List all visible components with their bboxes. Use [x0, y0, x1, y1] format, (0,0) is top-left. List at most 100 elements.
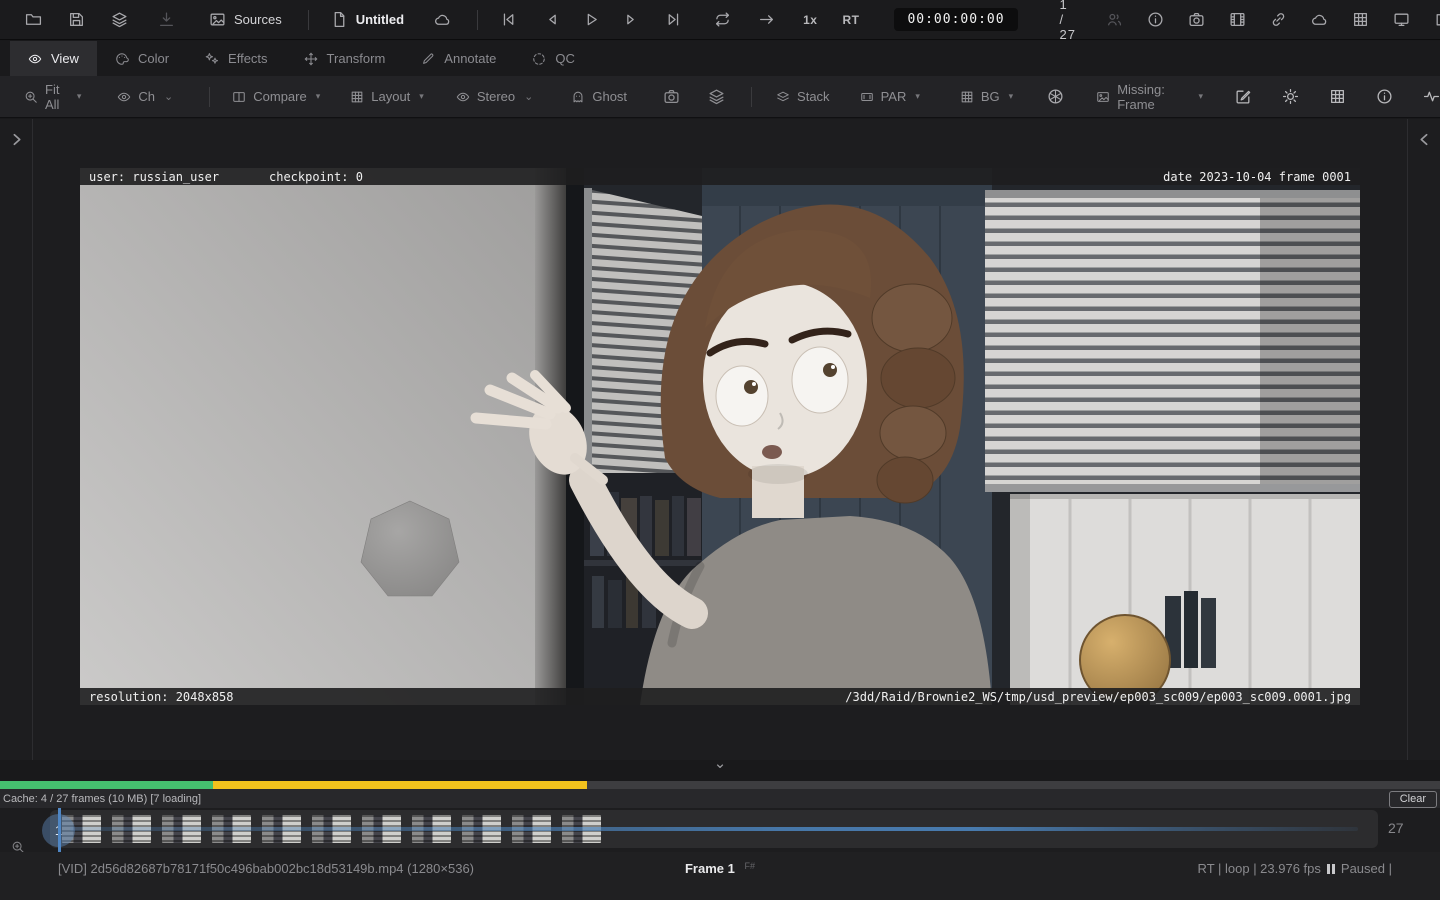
timeline: 1 27: [0, 808, 1440, 852]
bg-dropdown[interactable]: BG ▾: [960, 89, 1013, 104]
info-icon[interactable]: [1147, 11, 1164, 28]
skip-to-start-icon[interactable]: [500, 11, 517, 28]
hud-checkpoint: checkpoint: 0: [269, 170, 363, 184]
play-icon[interactable]: [583, 11, 600, 28]
tab-transform[interactable]: Transform: [286, 41, 404, 76]
right-panel-expand-icon[interactable]: [1416, 131, 1433, 148]
tab-label: View: [51, 51, 79, 66]
hud-user: user: russian_user: [89, 170, 269, 184]
sources-button[interactable]: Sources: [209, 11, 282, 28]
playback-info: RT | loop | 23.976 fps: [1198, 861, 1321, 876]
stack-button[interactable]: Stack: [776, 89, 830, 104]
zoom-fit-icon: [24, 90, 38, 104]
caret-down-icon: ▾: [1009, 91, 1014, 102]
open-folder-icon[interactable]: [25, 11, 42, 28]
camera-icon[interactable]: [663, 88, 680, 105]
cloud-icon[interactable]: [434, 11, 451, 28]
view-toolbar: Fit All ▾ Ch ⌄ Compare ▾ Layout ▾ Stereo…: [0, 76, 1440, 118]
hud-date-frame: date 2023-10-04 frame 0001: [1163, 170, 1351, 184]
grid-icon[interactable]: [1352, 11, 1369, 28]
expand-panel-button[interactable]: ⌄: [698, 758, 742, 776]
save-icon[interactable]: [68, 11, 85, 28]
cache-status-row: Cache: 4 / 27 frames (10 MB) [7 loading]…: [0, 789, 1440, 808]
cache-clear-button[interactable]: Clear: [1389, 791, 1437, 808]
ghost-label: Ghost: [592, 89, 627, 104]
info-icon[interactable]: [1376, 88, 1393, 105]
cloud-sync-icon[interactable]: [1311, 11, 1328, 28]
monitor-icon[interactable]: [1393, 11, 1410, 28]
scopes-icon[interactable]: [1423, 88, 1440, 105]
stereo-dropdown[interactable]: Stereo ⌄: [456, 89, 534, 104]
grid-overlay-icon[interactable]: [1329, 88, 1346, 105]
ghost-button[interactable]: Ghost: [571, 89, 627, 104]
film-icon[interactable]: [1229, 11, 1246, 28]
viewer-image[interactable]: user: russian_user checkpoint: 0 date 20…: [80, 168, 1360, 705]
eye-icon: [117, 90, 131, 104]
chevron-down-icon: ⌄: [714, 755, 727, 772]
left-panel-expand-icon[interactable]: [8, 131, 25, 148]
pause-icon: [1327, 864, 1335, 874]
layers-icon[interactable]: [708, 88, 725, 105]
frame-artwork: [80, 168, 1360, 705]
split-view-icon: [232, 90, 246, 104]
cache-cached-segment: [0, 781, 213, 789]
caret-down-icon: ▾: [1198, 91, 1203, 102]
channel-dropdown[interactable]: Ch ⌄: [117, 89, 173, 104]
panel-tabs: View Color Effects Transform Annotate QC: [0, 41, 1440, 76]
document-icon: [331, 11, 348, 28]
document-button[interactable]: Untitled: [331, 11, 404, 28]
aperture-icon[interactable]: [1047, 88, 1064, 105]
pixel-aspect-icon: [860, 90, 874, 104]
pop-out-icon[interactable]: [1434, 11, 1440, 28]
play-once-icon[interactable]: [758, 11, 775, 28]
missing-frame-dropdown[interactable]: Missing: Frame ▾: [1096, 82, 1203, 112]
loop-icon[interactable]: [714, 11, 731, 28]
missing-frame-label: Missing: Frame: [1117, 82, 1189, 112]
tab-qc[interactable]: QC: [514, 41, 593, 76]
fit-all-dropdown[interactable]: Fit All ▾: [24, 82, 81, 112]
tab-label: Annotate: [444, 51, 496, 66]
collaborators-icon[interactable]: [1106, 11, 1123, 28]
tab-label: QC: [555, 51, 575, 66]
viewer-area: user: russian_user checkpoint: 0 date 20…: [0, 119, 1440, 760]
par-dropdown[interactable]: PAR ▾: [860, 89, 920, 104]
timecode-display[interactable]: 00:00:00:00: [894, 8, 1017, 31]
tab-effects[interactable]: Effects: [187, 41, 286, 76]
frame-label: Frame 1: [685, 861, 735, 876]
stereo-label: Stereo: [477, 89, 515, 104]
palette-icon: [115, 52, 129, 66]
stack-label: Stack: [797, 89, 830, 104]
layout-grid-icon: [350, 90, 364, 104]
speed-button[interactable]: 1x: [803, 13, 817, 27]
edit-icon[interactable]: [1235, 88, 1252, 105]
move-icon: [304, 52, 318, 66]
left-rail-divider: [32, 119, 33, 760]
tab-view[interactable]: View: [10, 41, 97, 76]
step-forward-icon[interactable]: [622, 11, 639, 28]
link-icon[interactable]: [1270, 11, 1287, 28]
playback-status: RT | loop | 23.976 fps Paused |: [1198, 861, 1392, 876]
divider: [308, 10, 309, 30]
download-icon[interactable]: [158, 11, 175, 28]
stack-icon: [776, 90, 790, 104]
layers-icon[interactable]: [111, 11, 128, 28]
tab-label: Effects: [228, 51, 268, 66]
tab-color[interactable]: Color: [97, 41, 187, 76]
frame-unit-label[interactable]: F#: [744, 861, 755, 871]
compare-dropdown[interactable]: Compare ▾: [232, 89, 320, 104]
realtime-button[interactable]: RT: [842, 13, 859, 27]
brightness-icon[interactable]: [1282, 88, 1299, 105]
bg-label: BG: [981, 89, 1000, 104]
snapshot-icon[interactable]: [1188, 11, 1205, 28]
tab-annotate[interactable]: Annotate: [403, 41, 514, 76]
timeline-track[interactable]: [50, 810, 1378, 848]
skip-to-end-icon[interactable]: [665, 11, 682, 28]
playhead[interactable]: [58, 808, 61, 852]
dashed-circle-icon: [532, 52, 546, 66]
missing-image-icon: [1096, 90, 1110, 104]
step-back-icon[interactable]: [544, 11, 561, 28]
layout-dropdown[interactable]: Layout ▾: [350, 89, 424, 104]
document-title: Untitled: [356, 12, 404, 27]
hud-resolution: resolution: 2048x858: [89, 690, 234, 704]
divider: [477, 10, 478, 30]
